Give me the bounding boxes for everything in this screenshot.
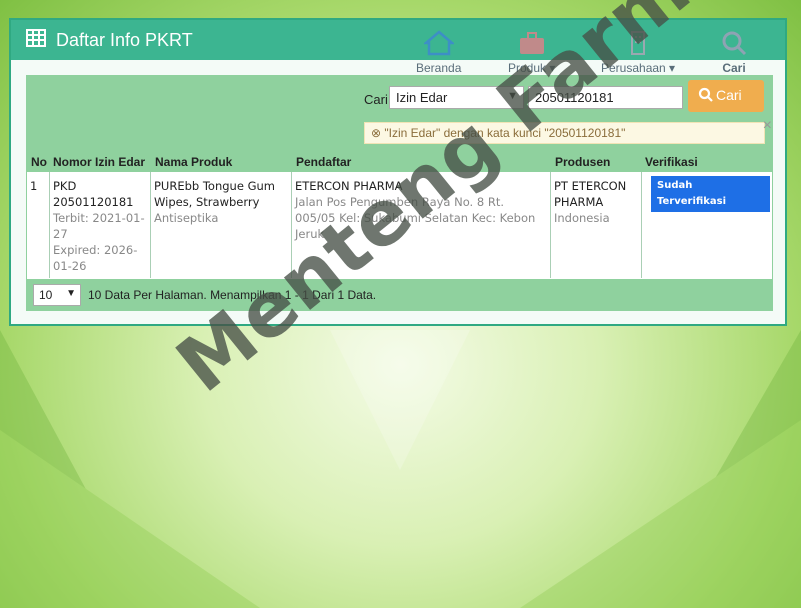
- page-title: Daftar Info PKRT: [56, 30, 193, 50]
- per-page-select[interactable]: 10 ▼: [33, 284, 81, 306]
- nav-beranda[interactable]: Beranda: [416, 30, 461, 75]
- izin-number: PKD 20501120181: [53, 179, 134, 209]
- nav-cari[interactable]: Cari: [719, 30, 749, 75]
- col-produsen: Produsen: [555, 155, 611, 169]
- cell-verifikasi: Sudah Terverifikasi: [642, 172, 773, 278]
- producer-name: PT ETERCON PHARMA: [554, 179, 627, 209]
- search-button-label: Cari: [716, 87, 742, 103]
- nav-beranda-label: Beranda: [416, 61, 462, 75]
- search-type-value: Izin Edar: [396, 90, 448, 105]
- izin-expired: Expired: 2026-01-26: [53, 243, 138, 273]
- cell-izin: PKD 20501120181 Terbit: 2021-01-27 Expir…: [50, 172, 151, 278]
- info-icon: ⊗: [371, 126, 382, 140]
- col-verifikasi: Verifikasi: [645, 155, 698, 169]
- col-pendaftar: Pendaftar: [296, 155, 352, 169]
- search-icon: [698, 87, 714, 106]
- nav-cari-label: Cari: [722, 61, 746, 75]
- table-icon: [26, 29, 46, 52]
- producer-country: Indonesia: [554, 211, 610, 225]
- chevron-down-icon: ▼: [66, 288, 76, 299]
- izin-terbit: Terbit: 2021-01-27: [53, 211, 145, 241]
- cell-produsen: PT ETERCON PHARMA Indonesia: [551, 172, 642, 278]
- per-page-value: 10: [39, 288, 53, 302]
- cell-no: 1: [27, 172, 50, 278]
- home-icon: [422, 30, 456, 59]
- col-nomor-izin: Nomor Izin Edar: [53, 155, 146, 169]
- product-name: PUREbb Tongue Gum Wipes, Strawberry: [154, 179, 275, 209]
- col-no: No: [31, 155, 47, 169]
- close-icon[interactable]: ×: [763, 117, 772, 135]
- col-nama-produk: Nama Produk: [155, 155, 233, 169]
- search-icon: [719, 31, 749, 59]
- search-button[interactable]: Cari: [688, 80, 764, 112]
- table-footer: 10 ▼ 10 Data Per Halaman. Menampilkan 1 …: [27, 279, 772, 311]
- search-bar: Cari Izin Edar ▼ 20501120181 Cari ⊗ "Izi…: [27, 76, 772, 151]
- search-label: Cari: [364, 92, 388, 107]
- row-no: 1: [30, 179, 38, 193]
- verified-badge: Sudah Terverifikasi: [651, 176, 770, 212]
- product-category: Antiseptika: [154, 211, 219, 225]
